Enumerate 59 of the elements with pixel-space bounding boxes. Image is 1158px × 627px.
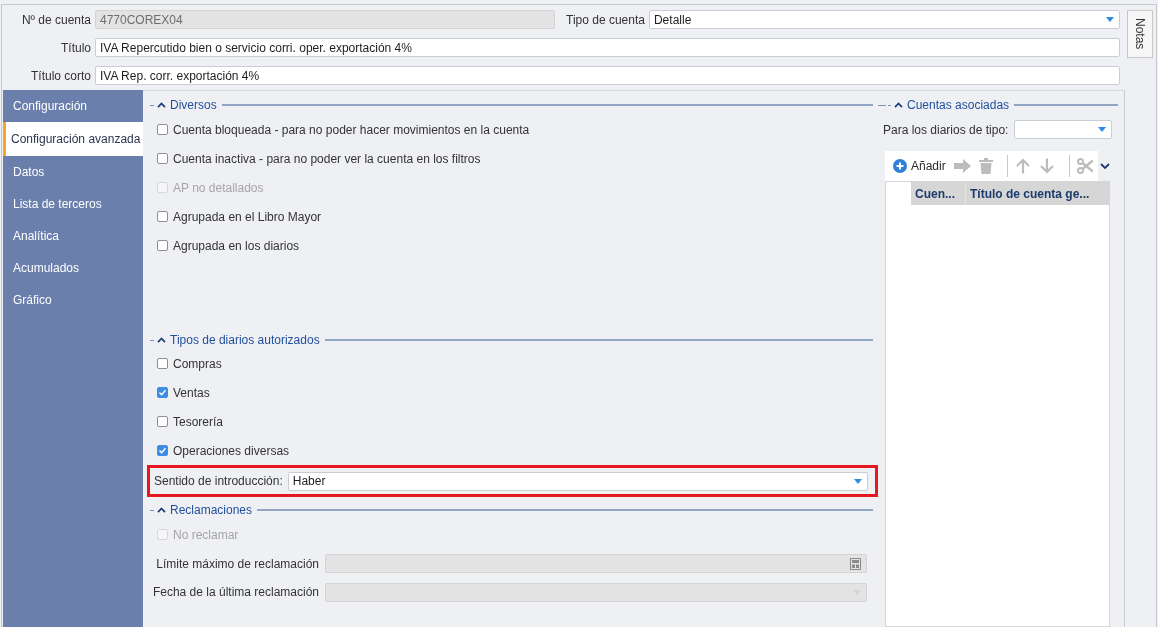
add-button[interactable]: Añadir (893, 157, 946, 175)
checkbox[interactable] (157, 387, 168, 398)
checkbox[interactable] (157, 124, 168, 135)
sidebar-item[interactable]: Datos (3, 156, 143, 188)
short-title-field[interactable]: IVA Rep. corr. exportación 4% (95, 66, 1120, 85)
field-label: Fecha de la última reclamación (151, 584, 319, 601)
section-title: Tipos de diarios autorizados (170, 332, 320, 349)
checkbox[interactable] (157, 358, 168, 369)
checkbox-label: No reclamar (173, 526, 239, 544)
field-label: Nº de cuenta (20, 11, 91, 29)
checkbox-label: Agrupada en el Libro Mayor (173, 208, 322, 226)
arrow-right-icon (953, 159, 971, 173)
column-header[interactable]: Título de cuenta ge... (966, 182, 1109, 205)
checkbox-label: Ventas (173, 384, 210, 402)
chevron-down-icon[interactable] (1100, 163, 1110, 169)
sidebar-item[interactable]: Gráfico (3, 284, 143, 316)
arrow-up-icon (1014, 158, 1031, 174)
field-label: Tipo de cuenta (566, 11, 645, 29)
checkbox[interactable] (157, 416, 168, 427)
account-type-select[interactable]: Detalle (648, 10, 1120, 29)
checkbox[interactable] (157, 211, 168, 222)
checkbox[interactable] (157, 153, 168, 164)
sidebar-item[interactable]: Acumulados (3, 252, 143, 284)
caret-up-icon[interactable] (894, 102, 903, 108)
checkbox-label: AP no detallados (173, 179, 264, 197)
sidebar-item[interactable]: Configuración avanzada (3, 122, 143, 156)
section-title: Cuentas asociadas (907, 97, 1010, 114)
checkbox-label: Agrupada en los diarios (173, 237, 300, 255)
trash-icon (978, 158, 993, 174)
caret-up-icon[interactable] (157, 102, 166, 108)
sidebar-item[interactable]: Configuración (3, 90, 143, 122)
field-label: Sentido de introducción: (154, 473, 283, 490)
section-title: Reclamaciones (170, 502, 253, 519)
sidebar-item[interactable]: Analítica (3, 220, 143, 252)
entry-direction-select[interactable]: Haber (287, 471, 868, 491)
arrow-down-icon (1038, 158, 1055, 174)
notes-tab[interactable]: Notas (1127, 10, 1153, 58)
checkbox[interactable] (157, 240, 168, 251)
checkbox[interactable] (157, 445, 168, 456)
field-label: Para los diarios de tipo: (883, 121, 1009, 139)
caret-up-icon[interactable] (157, 337, 166, 343)
checkbox-label: Tesorería (173, 413, 224, 431)
checkbox-label: Operaciones diversas (173, 442, 290, 460)
dropdown-arrow-icon (1098, 127, 1107, 132)
checkbox-label: Cuenta bloqueada - para no poder hacer movimientos en la cuenta (173, 121, 530, 139)
scissors-icon (1076, 158, 1093, 174)
section-title: Diversos (170, 97, 217, 114)
dropdown-arrow-icon (854, 478, 862, 484)
field-label: Título corto (29, 67, 91, 85)
caret-up-icon[interactable] (157, 507, 166, 513)
checkbox-label: Compras (173, 355, 222, 373)
dropdown-arrow-icon (1106, 17, 1114, 22)
checkbox-label: Cuenta inactiva - para no poder ver la cuenta en los filtros (173, 150, 481, 168)
field-label: Título (60, 39, 91, 57)
title-field[interactable]: IVA Repercutido bien o servicio corri. oper. exportación 4% (95, 38, 1120, 57)
sidebar-item[interactable]: Lista de terceros (3, 188, 143, 220)
field-label: Límite máximo de reclamación (155, 555, 319, 573)
plus-circle-icon (893, 159, 907, 173)
column-header[interactable]: Cuen... (911, 182, 966, 205)
